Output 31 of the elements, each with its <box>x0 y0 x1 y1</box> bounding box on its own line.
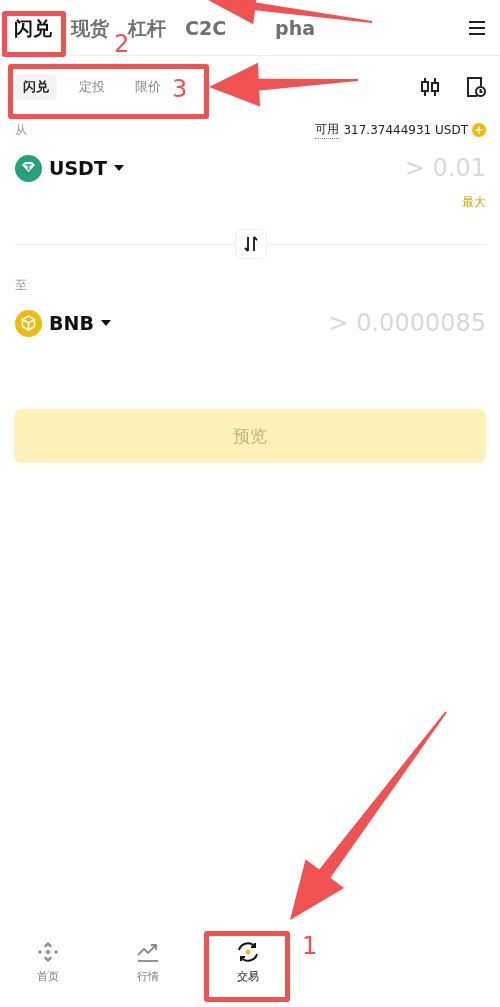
document-clock-icon[interactable] <box>466 76 486 98</box>
diamond-logo-icon <box>37 941 59 963</box>
sub-tab[interactable]: 限价 <box>127 74 169 100</box>
annotation-number: 3 <box>172 77 188 101</box>
caret-icon <box>100 320 111 326</box>
caret-icon <box>113 165 124 171</box>
balance-amount: 317.37444931 USDT <box>343 123 468 137</box>
token-selector[interactable]: USDT <box>15 154 124 182</box>
tether-coin-icon <box>15 154 42 182</box>
swap-arrows-icon <box>243 236 258 252</box>
nav-tab[interactable]: 首页 <box>0 935 98 1001</box>
top-tab[interactable]: 现货 <box>71 15 109 40</box>
balance-label: 可用 <box>315 121 340 139</box>
token-selector[interactable]: BNB <box>15 309 111 337</box>
top-tab[interactable]: C2C <box>185 15 227 40</box>
candlestick-chart-icon[interactable] <box>420 77 440 97</box>
annotation-number: 1 <box>302 934 318 958</box>
section-label: 从 <box>15 121 27 139</box>
sub-tab[interactable]: 定投 <box>71 74 113 100</box>
cube-coin-icon <box>15 309 42 337</box>
annotation-box <box>2 11 66 57</box>
nav-tab[interactable]: 交易 <box>198 935 298 1001</box>
section-label: 至 <box>15 276 27 294</box>
sub-tab[interactable]: 闪兑 <box>15 74 57 100</box>
top-tab[interactable]: 闪兑 <box>14 15 52 40</box>
menu-icon[interactable] <box>468 19 486 36</box>
exchange-arrows-icon <box>235 941 261 963</box>
trend-chart-icon <box>136 941 160 963</box>
top-tab[interactable]: pha <box>275 15 316 40</box>
swap-direction-button[interactable] <box>234 229 267 259</box>
nav-tab[interactable]: 行情 <box>98 935 198 1001</box>
